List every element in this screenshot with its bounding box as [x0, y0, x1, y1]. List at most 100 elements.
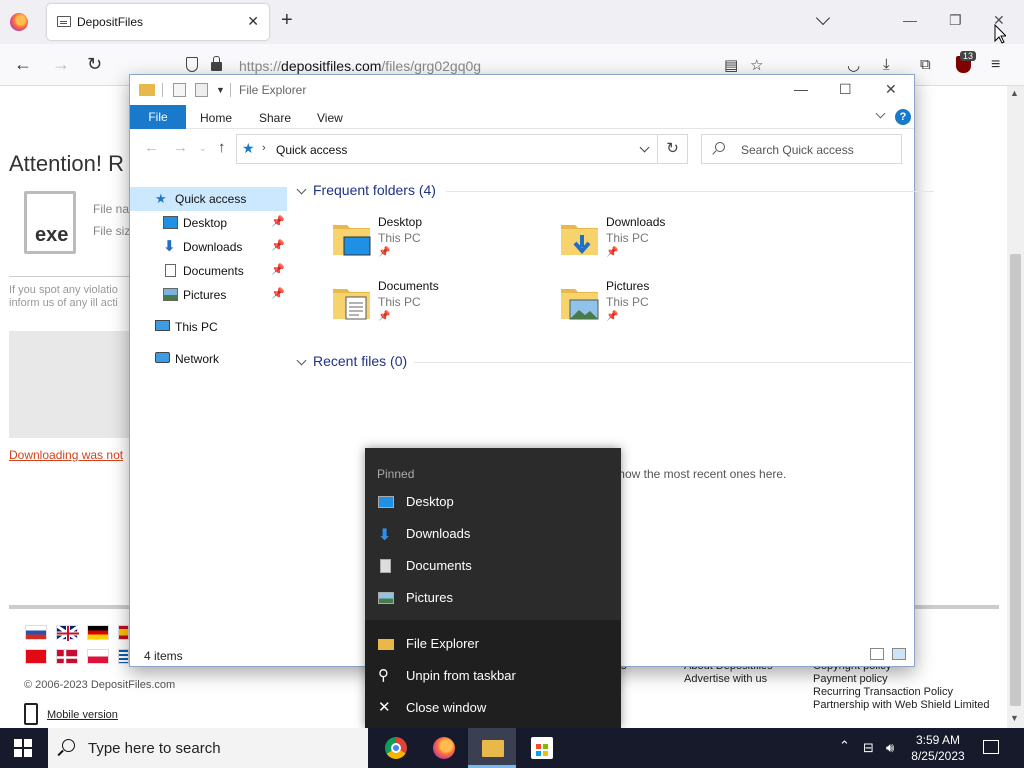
mobile-version-link[interactable]: Mobile version — [47, 709, 118, 721]
customize-toolbar-dropdown-icon[interactable]: ▼ — [216, 85, 225, 95]
footer-link-payment[interactable]: Payment policy — [813, 673, 888, 686]
new-folder-icon[interactable] — [195, 83, 208, 97]
browser-tab-depositfiles[interactable]: DepositFiles ✕ — [47, 4, 269, 40]
new-tab-button[interactable]: + — [281, 10, 293, 30]
nav-item-this-pc[interactable]: This PC — [130, 315, 287, 339]
flag-uk-icon[interactable] — [56, 624, 80, 643]
reader-view-icon[interactable]: ▤ — [724, 56, 738, 74]
flag-germany-icon[interactable] — [87, 625, 109, 640]
lock-icon[interactable] — [211, 56, 222, 71]
forward-button[interactable]: → — [52, 54, 70, 74]
reload-button[interactable]: ↻ — [87, 54, 102, 74]
flag-spain-icon[interactable] — [118, 625, 129, 640]
help-icon[interactable]: ? — [895, 109, 911, 125]
details-view-icon[interactable] — [870, 648, 884, 660]
recent-locations-chevron-icon[interactable]: ⌄ — [199, 143, 207, 154]
refresh-button[interactable]: ↻ — [658, 134, 688, 164]
firefox-logo-icon[interactable] — [10, 13, 28, 31]
nav-item-desktop[interactable]: Desktop 📌 — [130, 211, 287, 235]
jump-item-desktop[interactable]: Desktop — [365, 486, 621, 518]
nav-item-documents[interactable]: Documents 📌 — [130, 259, 287, 283]
taskbar-file-explorer[interactable] — [468, 728, 516, 768]
pocket-icon[interactable]: ◡ — [847, 56, 860, 74]
extensions-puzzle-icon[interactable]: ⧉ — [920, 56, 931, 73]
scroll-up-arrow-icon[interactable]: ▲ — [1010, 88, 1019, 98]
forward-arrow-icon[interactable]: → — [173, 139, 188, 156]
flag-poland-icon[interactable] — [87, 649, 109, 664]
explorer-titlebar[interactable]: ▼ File Explorer — ☐ ✕ — [130, 75, 914, 105]
tracking-protection-shield-icon[interactable] — [186, 57, 198, 72]
desktop-folder-icon — [333, 225, 371, 256]
nav-label: Downloads — [183, 240, 243, 254]
show-hidden-icons-chevron-icon[interactable]: ⌃ — [839, 738, 850, 754]
menu-hamburger-icon[interactable]: ≡ — [991, 56, 1000, 74]
bookmark-star-icon[interactable]: ☆ — [750, 56, 763, 74]
frequent-folders-header[interactable]: Frequent folders (4) — [296, 182, 436, 198]
nav-item-network[interactable]: Network — [130, 347, 287, 371]
download-status-link[interactable]: Downloading was not — [9, 448, 123, 462]
flag-denmark-icon[interactable] — [56, 649, 79, 665]
volume-icon[interactable]: 🔊︎ — [886, 740, 894, 756]
flag-russia-icon[interactable] — [25, 625, 47, 640]
nav-item-quick-access[interactable]: ★ Quick access — [130, 187, 287, 211]
breadcrumb-chevron-icon[interactable]: › — [262, 142, 266, 154]
taskbar-firefox[interactable] — [419, 728, 467, 768]
taskbar-store[interactable] — [517, 728, 565, 768]
large-icons-view-icon[interactable] — [892, 648, 906, 660]
network-tray-icon[interactable]: ⊟ — [863, 740, 874, 756]
tab-view[interactable]: View — [317, 111, 343, 125]
tab-file[interactable]: File — [130, 105, 186, 129]
collapse-chevron-icon[interactable] — [296, 355, 307, 366]
taskbar-search-box[interactable]: Type here to search — [48, 728, 368, 768]
scroll-down-arrow-icon[interactable]: ▼ — [1010, 713, 1019, 723]
jump-item-pictures[interactable]: Pictures — [365, 582, 621, 614]
nav-item-pictures[interactable]: Pictures 📌 — [130, 283, 287, 307]
folder-downloads[interactable]: Downloads This PC 📌 — [560, 215, 780, 265]
pin-icon[interactable]: 📌 — [271, 287, 285, 300]
browser-restore-button[interactable]: ❐ — [949, 12, 962, 29]
notification-center-icon[interactable] — [983, 740, 999, 754]
footer-link-recurring[interactable]: Recurring Transaction Policy — [813, 686, 953, 699]
page-scrollbar-thumb[interactable] — [1010, 254, 1021, 706]
browser-minimize-button[interactable]: — — [903, 12, 917, 28]
explorer-maximize-button[interactable]: ☐ — [839, 81, 852, 98]
jump-item-documents[interactable]: Documents — [365, 550, 621, 582]
up-arrow-icon[interactable]: ↑ — [218, 139, 226, 156]
footer-link-advertise[interactable]: Advertise with us — [684, 673, 767, 686]
close-tab-icon[interactable]: ✕ — [247, 13, 259, 30]
folder-pictures[interactable]: Pictures This PC 📌 — [560, 279, 780, 329]
mobile-phone-icon[interactable] — [24, 703, 38, 725]
address-bar[interactable]: ★ › Quick access — [236, 134, 658, 164]
tab-home[interactable]: Home — [200, 111, 232, 125]
recent-files-header[interactable]: Recent files (0) — [296, 353, 407, 369]
expand-ribbon-chevron-icon[interactable] — [875, 108, 886, 119]
pin-icon[interactable]: 📌 — [271, 263, 285, 276]
unpin-from-taskbar-button[interactable]: ⚲ Unpin from taskbar — [365, 660, 621, 692]
pin-icon[interactable]: 📌 — [271, 215, 285, 228]
back-button[interactable]: ← — [14, 54, 32, 74]
footer-link-partnership[interactable]: Partnership with Web Shield Limited — [813, 699, 990, 712]
close-window-button[interactable]: ✕ Close window — [365, 692, 621, 724]
address-dropdown-icon[interactable] — [639, 142, 650, 153]
windows-start-icon[interactable] — [14, 739, 32, 757]
clock[interactable]: 3:59 AM 8/25/2023 — [905, 732, 971, 764]
search-box[interactable]: Search Quick access — [701, 134, 902, 164]
taskbar-chrome[interactable] — [371, 728, 419, 768]
flag-turkey-icon[interactable] — [25, 649, 47, 664]
jump-item-file-explorer[interactable]: File Explorer — [365, 628, 621, 660]
nav-item-downloads[interactable]: ⬇ Downloads 📌 — [130, 235, 287, 259]
folder-documents[interactable]: Documents This PC 📌 — [332, 279, 552, 329]
explorer-close-button[interactable]: ✕ — [885, 81, 897, 98]
pin-icon[interactable]: 📌 — [271, 239, 285, 252]
collapse-chevron-icon[interactable] — [296, 184, 307, 195]
downloads-icon[interactable]: ⤓ — [883, 56, 890, 73]
explorer-minimize-button[interactable]: — — [794, 81, 808, 97]
url-bar[interactable]: https://depositfiles.com/files/grg02gq0g — [239, 58, 481, 74]
back-arrow-icon[interactable]: ← — [144, 139, 159, 156]
flag-greece-icon[interactable] — [118, 649, 129, 664]
list-tabs-chevron-icon[interactable] — [815, 10, 831, 26]
folder-desktop[interactable]: Desktop This PC 📌 — [332, 215, 552, 265]
properties-icon[interactable] — [173, 83, 186, 97]
tab-share[interactable]: Share — [259, 111, 291, 125]
jump-item-downloads[interactable]: ⬇ Downloads — [365, 518, 621, 550]
